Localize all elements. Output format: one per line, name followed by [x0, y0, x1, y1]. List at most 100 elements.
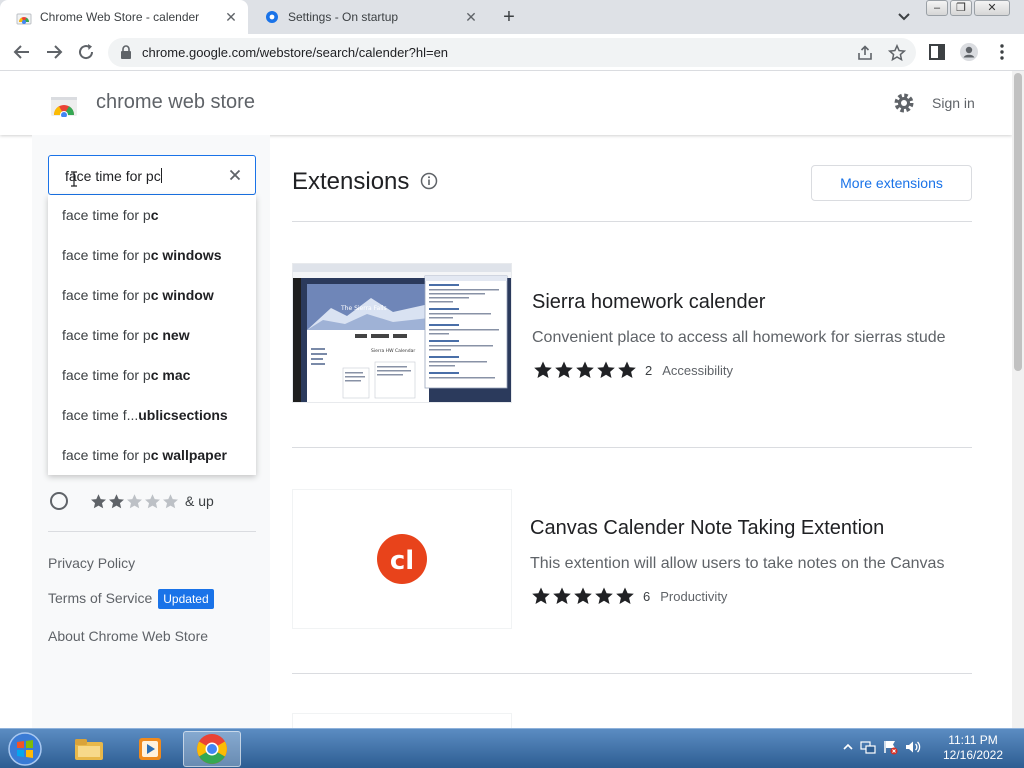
restore-icon[interactable]: ❐: [950, 0, 972, 16]
settings-gear-icon: [266, 11, 278, 23]
star-filled-icon: [532, 587, 550, 604]
suggestion-item[interactable]: face time for pc mac: [48, 355, 256, 395]
suggestion-item[interactable]: face time for pc windows: [48, 235, 256, 275]
clear-search-icon[interactable]: [227, 167, 243, 183]
share-icon[interactable]: [856, 44, 874, 62]
menu-kebab-icon[interactable]: [992, 42, 1012, 62]
forward-arrow-icon[interactable]: [42, 40, 66, 64]
suggestion-item[interactable]: face time for pc new: [48, 315, 256, 355]
thumbnail-page-heading: Sierra HW Calendar: [371, 348, 415, 354]
show-hidden-icons-icon[interactable]: [842, 739, 854, 755]
privacy-policy-link[interactable]: Privacy Policy: [48, 555, 135, 571]
tab-chrome-web-store[interactable]: Chrome Web Store - calender ✕: [0, 0, 248, 34]
star-filled-icon: [553, 587, 571, 604]
taskbar-clock[interactable]: 11:11 PM 12/16/2022: [936, 733, 1010, 763]
star-filled-icon: [618, 361, 636, 378]
terms-of-service-link[interactable]: Terms of Service: [48, 590, 152, 606]
rating-stars: [90, 493, 179, 510]
star-filled-icon: [616, 587, 634, 604]
reload-icon[interactable]: [74, 40, 98, 64]
rating-radio[interactable]: [50, 492, 68, 510]
terms-of-service-row: Terms of Service Updated: [48, 589, 214, 609]
tab-search-chevron-icon[interactable]: [894, 8, 914, 26]
rating-stars: [533, 360, 637, 380]
lock-icon[interactable]: [120, 45, 132, 59]
sidebar-divider: [48, 531, 256, 532]
sign-in-link[interactable]: Sign in: [932, 95, 975, 111]
tab-settings[interactable]: Settings - On startup ✕: [248, 0, 488, 34]
media-player-icon: [139, 738, 161, 760]
search-query-text: face time for pc: [65, 168, 161, 184]
text-caret: [160, 168, 162, 183]
profile-avatar-icon[interactable]: [959, 42, 979, 62]
result-divider: [292, 673, 972, 674]
canvas-logo-text: cl: [390, 546, 414, 576]
rating-stars: [531, 586, 635, 606]
next-result-thumbnail[interactable]: [292, 713, 512, 728]
store-header: chrome web store Sign in: [0, 71, 1012, 135]
taskbar-explorer[interactable]: [60, 731, 118, 767]
close-tab-icon[interactable]: ✕: [222, 8, 240, 26]
suggestion-item[interactable]: face time f... ublicsections: [48, 395, 256, 435]
tab-title: Settings - On startup: [288, 10, 399, 24]
about-store-link[interactable]: About Chrome Web Store: [48, 628, 208, 644]
close-tab-icon[interactable]: ✕: [462, 8, 480, 26]
extension-rating: 2 Accessibility: [533, 360, 733, 380]
extension-rating: 6 Productivity: [531, 586, 727, 606]
scrollbar-thumb[interactable]: [1014, 73, 1022, 371]
address-bar[interactable]: chrome.google.com/webstore/search/calend…: [108, 38, 916, 67]
tab-title: Chrome Web Store - calender: [40, 10, 200, 24]
volume-icon[interactable]: [904, 739, 922, 755]
web-store-page: chrome web store Sign in face time for p…: [0, 71, 1012, 728]
side-panel-icon[interactable]: [927, 42, 947, 62]
suggestion-item[interactable]: face time for pc window: [48, 275, 256, 315]
results-divider: [292, 221, 972, 222]
back-arrow-icon[interactable]: [10, 40, 34, 64]
extensions-heading: Extensions: [292, 168, 410, 195]
star-filled-icon: [91, 493, 106, 508]
star-filled-icon: [574, 587, 592, 604]
page-scrollbar[interactable]: [1012, 71, 1024, 728]
result-divider: [292, 447, 972, 448]
info-icon[interactable]: [420, 172, 438, 190]
store-title[interactable]: chrome web store: [96, 91, 255, 114]
clock-time: 11:11 PM: [948, 733, 998, 747]
text-cursor-icon: [71, 171, 77, 187]
more-extensions-button[interactable]: More extensions: [811, 165, 972, 201]
star-filled-icon: [109, 493, 124, 508]
browser-toolbar: chrome.google.com/webstore/search/calend…: [0, 34, 1024, 71]
action-center-icon[interactable]: [882, 739, 898, 755]
star-filled-icon: [595, 587, 613, 604]
minimize-icon[interactable]: –: [926, 0, 948, 16]
network-icon[interactable]: [860, 739, 876, 755]
taskbar-chrome[interactable]: [183, 731, 241, 767]
search-suggestions: face time for pc face time for pc window…: [48, 195, 256, 475]
star-filled-icon: [597, 361, 615, 378]
suggestion-item[interactable]: face time for pc: [48, 195, 256, 235]
new-tab-plus-icon[interactable]: +: [498, 6, 520, 28]
rating-filter-2-stars[interactable]: & up: [48, 489, 258, 513]
search-input[interactable]: face time for pc: [48, 155, 256, 195]
extension-name-canvas[interactable]: Canvas Calender Note Taking Extention: [530, 517, 884, 540]
extension-name-sierra[interactable]: Sierra homework calender: [532, 291, 765, 314]
settings-gear-icon[interactable]: [892, 91, 916, 115]
windows-start-icon[interactable]: [6, 731, 44, 767]
extension-description: This extention will allow users to take …: [530, 555, 945, 572]
chrome-web-store-logo[interactable]: [50, 89, 78, 117]
close-window-icon[interactable]: ✕: [974, 0, 1010, 16]
chrome-web-store-favicon: [16, 13, 32, 25]
star-filled-icon: [555, 361, 573, 378]
taskbar-media-player[interactable]: [121, 731, 179, 767]
bookmark-star-icon[interactable]: [888, 44, 906, 62]
extension-thumbnail[interactable]: The Sierra Falls Sierra HW Calendar: [292, 263, 512, 403]
thumbnail-site-title: The Sierra Falls: [340, 305, 387, 312]
window-controls: – ❐ ✕: [926, 0, 1010, 18]
tab-strip: Chrome Web Store - calender ✕ Settings -…: [0, 0, 1024, 34]
system-tray: [842, 739, 922, 755]
rating-count: 6: [643, 588, 651, 604]
suggestion-item[interactable]: face time for pc wallpaper: [48, 435, 256, 475]
category-label: Accessibility: [662, 362, 734, 378]
star-filled-icon: [576, 361, 594, 378]
clock-date: 12/16/2022: [942, 748, 1004, 762]
extension-thumbnail[interactable]: cl: [292, 489, 512, 629]
